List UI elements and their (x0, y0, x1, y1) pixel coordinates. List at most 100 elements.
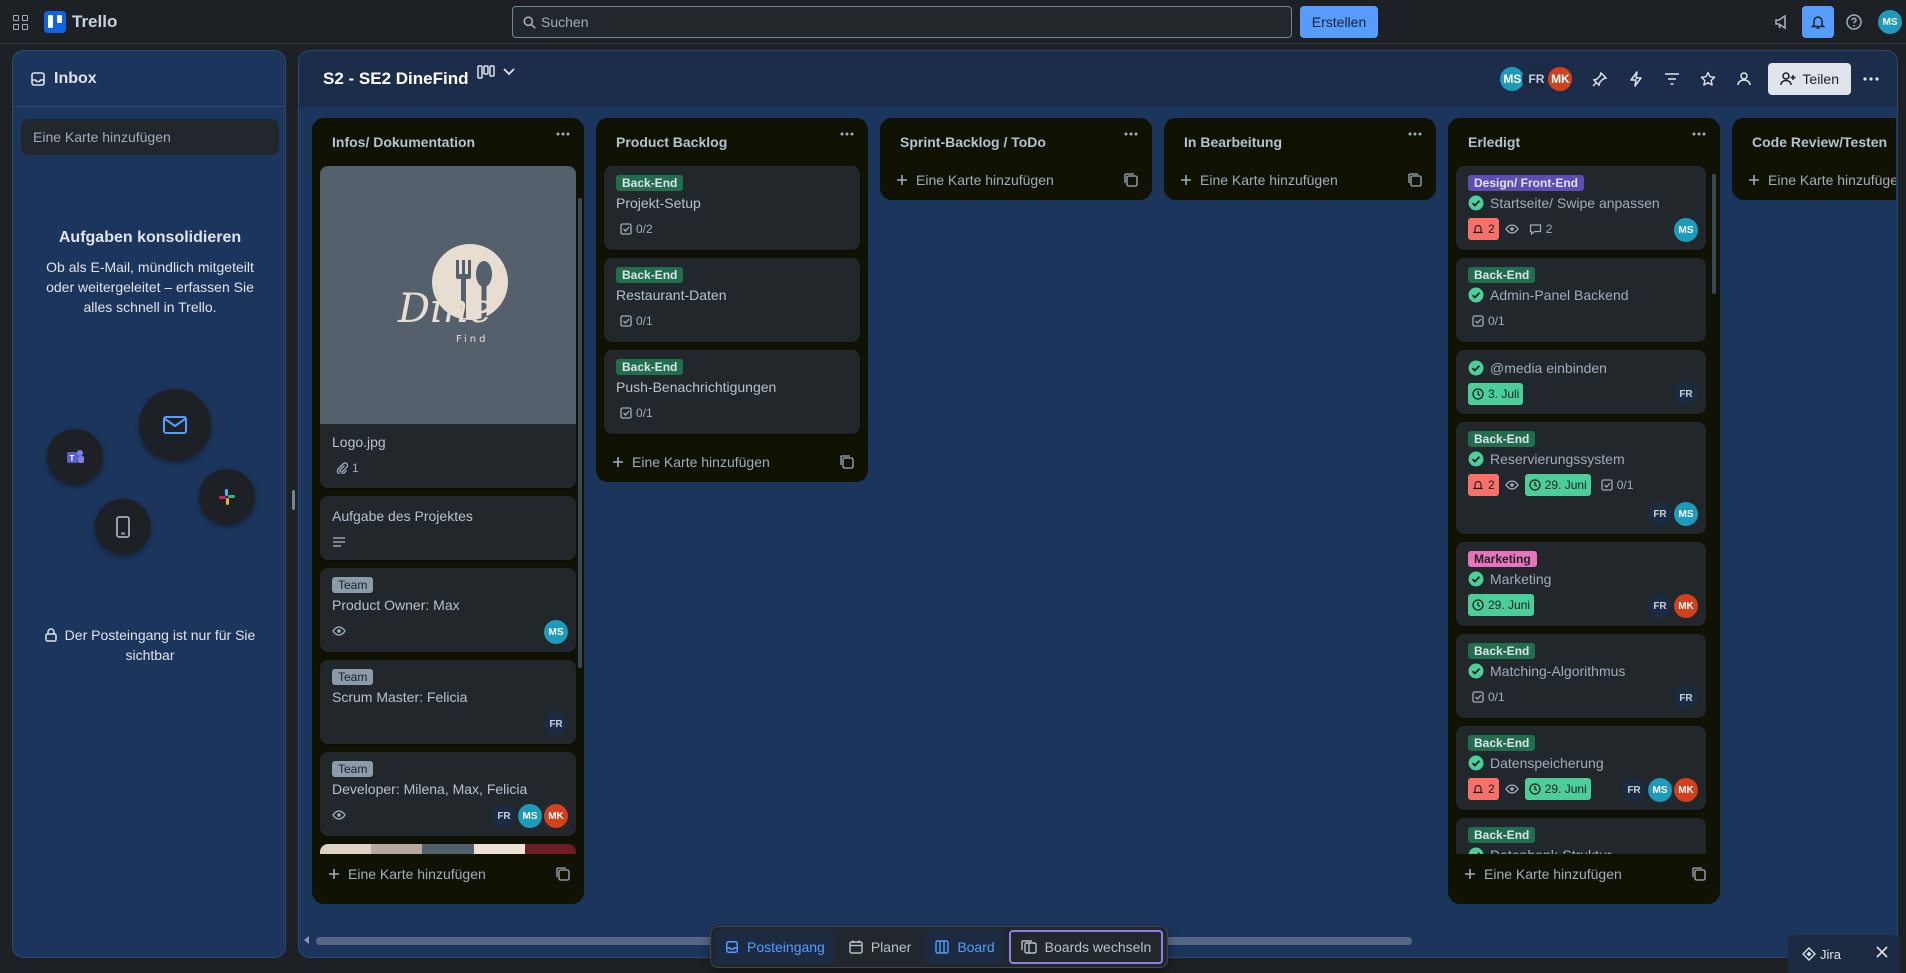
complete-check-icon[interactable] (1468, 755, 1484, 771)
list-header[interactable]: Sprint-Backlog / ToDo (880, 118, 1152, 166)
jira-widget[interactable]: Jira (1788, 935, 1900, 973)
list-header[interactable]: In Bearbeitung (1164, 118, 1436, 166)
list-title[interactable]: Code Review/Testen (1752, 134, 1887, 150)
list-title[interactable]: Erledigt (1468, 134, 1520, 150)
complete-check-icon[interactable] (1468, 847, 1484, 854)
announcement-icon[interactable] (1766, 6, 1798, 38)
complete-check-icon[interactable] (1468, 451, 1484, 467)
card-title: Admin-Panel Backend (1490, 287, 1629, 303)
add-card-button[interactable]: Eine Karte hinzufügen (1164, 160, 1436, 200)
card-datenspeicherung[interactable]: Back-End Datenspeicherung 2 29. Juni FR … (1456, 726, 1706, 810)
list-title[interactable]: Sprint-Backlog / ToDo (900, 134, 1046, 150)
inbox-add-card-input[interactable]: Eine Karte hinzufügen (21, 119, 279, 155)
avatar[interactable]: MS (1674, 502, 1698, 526)
list-header[interactable]: Code Review/Testen (1732, 118, 1896, 166)
card-scrum-master[interactable]: Team Scrum Master: Felicia FR (320, 660, 576, 744)
nav-inbox[interactable]: Posteingang (715, 930, 835, 964)
avatar[interactable]: MK (1546, 65, 1575, 93)
card-template-icon[interactable] (1692, 867, 1706, 881)
help-icon[interactable] (1838, 6, 1870, 38)
list-menu-icon[interactable] (1692, 132, 1706, 136)
card-developer[interactable]: Team Developer: Milena, Max, Felicia FR … (320, 752, 576, 836)
nav-planner[interactable]: Planer (839, 930, 921, 964)
list-menu-icon[interactable] (556, 132, 570, 136)
card-startseite[interactable]: Design/ Front-End Startseite/ Swipe anpa… (1456, 166, 1706, 250)
power-ups-icon[interactable] (1584, 63, 1616, 95)
card-template-icon[interactable] (556, 867, 570, 881)
nav-board[interactable]: Board (925, 930, 1005, 964)
close-icon[interactable] (1876, 946, 1888, 958)
add-card-button[interactable]: Eine Karte hinzufügen (1448, 854, 1720, 894)
card-matching-algorithmus[interactable]: Back-End Matching-Algorithmus 0/1 FR (1456, 634, 1706, 718)
avatar[interactable]: MS (544, 620, 568, 644)
card-admin-panel[interactable]: Back-End Admin-Panel Backend 0/1 (1456, 258, 1706, 342)
share-button[interactable]: Teilen (1768, 63, 1851, 95)
list-menu-icon[interactable] (1124, 132, 1138, 136)
add-card-button[interactable]: Eine Karte hinzufügen (1732, 160, 1896, 200)
card-projekt-setup[interactable]: Back-End Projekt-Setup 0/2 (604, 166, 860, 250)
avatar[interactable]: MK (1674, 594, 1698, 618)
card-template-icon[interactable] (840, 455, 854, 469)
automation-icon[interactable] (1620, 63, 1652, 95)
star-icon[interactable] (1692, 63, 1724, 95)
complete-check-icon[interactable] (1468, 195, 1484, 211)
card-logo[interactable]: Dine Find Logo.jpg 1 (320, 166, 576, 488)
board-title[interactable]: S2 - SE2 DineFind (323, 69, 468, 89)
list-title[interactable]: Infos/ Dokumentation (332, 134, 475, 150)
complete-check-icon[interactable] (1468, 663, 1484, 679)
add-card-button[interactable]: Eine Karte hinzufügen (312, 854, 584, 894)
card-product-owner[interactable]: Team Product Owner: Max MS (320, 568, 576, 652)
list-scrollbar[interactable] (1712, 174, 1716, 294)
avatar[interactable]: MK (1674, 778, 1698, 802)
avatar[interactable]: FR (1648, 502, 1672, 526)
board-menu-icon[interactable] (1855, 63, 1887, 95)
filter-icon[interactable] (1656, 63, 1688, 95)
card-marketing[interactable]: Marketing Marketing 29. Juni FR MK (1456, 542, 1706, 626)
card-template-icon[interactable] (1124, 173, 1138, 187)
list-title[interactable]: In Bearbeitung (1184, 134, 1282, 150)
complete-check-icon[interactable] (1468, 571, 1484, 587)
visibility-workspace-icon[interactable] (1728, 63, 1760, 95)
avatar[interactable]: FR (1674, 382, 1698, 406)
list-scrollbar[interactable] (578, 198, 582, 668)
list-header[interactable]: Erledigt (1448, 118, 1720, 166)
avatar[interactable]: MS (1674, 218, 1698, 242)
avatar[interactable]: FR (544, 712, 568, 736)
add-card-button[interactable]: Eine Karte hinzufügen (880, 160, 1152, 200)
app-switcher-icon[interactable] (10, 12, 30, 32)
avatar[interactable]: FR (1622, 778, 1646, 802)
board-members[interactable]: MS FR MK (1498, 65, 1575, 93)
board-view-switcher[interactable] (477, 65, 515, 79)
list-title[interactable]: Product Backlog (616, 134, 727, 150)
avatar[interactable]: FR (492, 804, 516, 828)
card-push-benachrichtigungen[interactable]: Back-End Push-Benachrichtigungen 0/1 (604, 350, 860, 434)
create-button[interactable]: Erstellen (1300, 6, 1378, 38)
add-card-button[interactable]: Eine Karte hinzufügen (596, 442, 868, 482)
list-header[interactable]: Product Backlog (596, 118, 868, 166)
card-reservierungssystem[interactable]: Back-End Reservierungssystem 2 29. Juni … (1456, 422, 1706, 534)
avatar[interactable]: MS (518, 804, 542, 828)
scroll-left-arrow-icon[interactable] (302, 935, 312, 945)
list-menu-icon[interactable] (1408, 132, 1422, 136)
list-menu-icon[interactable] (840, 132, 854, 136)
notification-count: 2 (1488, 222, 1495, 236)
avatar[interactable]: MK (544, 804, 568, 828)
avatar[interactable]: MS (1648, 778, 1672, 802)
panel-resize-handle[interactable] (292, 490, 295, 510)
nav-switch-boards[interactable]: Boards wechseln (1008, 930, 1164, 964)
account-menu[interactable]: MS (1874, 6, 1906, 38)
card-datenbank-struktur[interactable]: Back-End Datenbank-Struktur (1456, 818, 1706, 854)
notifications-bell-icon[interactable] (1802, 6, 1834, 38)
trello-home-link[interactable]: Trello (44, 11, 117, 33)
list-header[interactable]: Infos/ Dokumentation (312, 118, 584, 166)
card-color-palette[interactable] (320, 844, 576, 854)
complete-check-icon[interactable] (1468, 360, 1484, 376)
complete-check-icon[interactable] (1468, 287, 1484, 303)
card-restaurant-daten[interactable]: Back-End Restaurant-Daten 0/1 (604, 258, 860, 342)
avatar[interactable]: FR (1648, 594, 1672, 618)
card-aufgabe[interactable]: Aufgabe des Projektes (320, 496, 576, 560)
search-input[interactable]: Suchen (512, 6, 1292, 38)
card-template-icon[interactable] (1408, 173, 1422, 187)
card-media-einbinden[interactable]: @media einbinden 3. Juli FR (1456, 350, 1706, 414)
avatar[interactable]: FR (1674, 686, 1698, 710)
